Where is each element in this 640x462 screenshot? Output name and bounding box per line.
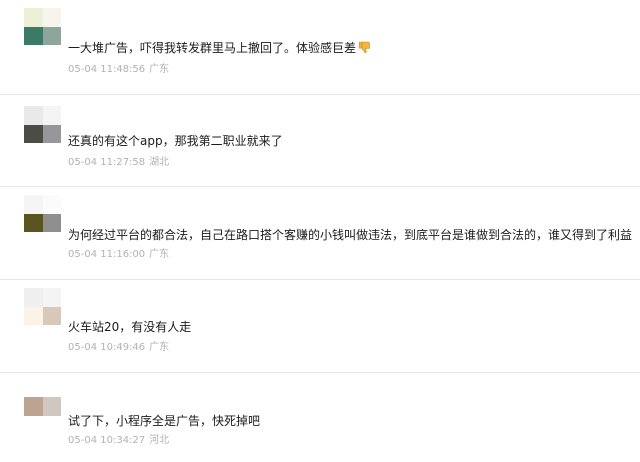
comment-location: 广东 bbox=[149, 64, 170, 75]
divider bbox=[0, 94, 640, 95]
avatar[interactable] bbox=[24, 195, 61, 232]
avatar-pixel bbox=[42, 195, 61, 214]
avatar-pixel bbox=[24, 26, 43, 45]
comment-time: 05-04 11:16:00 bbox=[68, 249, 146, 260]
avatar[interactable] bbox=[24, 288, 61, 325]
avatar-pixel bbox=[42, 288, 61, 307]
comment-text: 还真的有这个app，那我第二职业就来了 bbox=[68, 134, 283, 148]
comment-time: 05-04 11:48:56 bbox=[68, 64, 146, 75]
comment-text: 试了下，小程序全是广告，快死掉吧 bbox=[68, 414, 261, 428]
comment-meta: 05-04 10:49:46 广东 bbox=[68, 342, 169, 354]
avatar[interactable] bbox=[24, 106, 61, 143]
comment-meta: 05-04 11:27:58 湖北 bbox=[68, 157, 169, 169]
thumbs-down-icon bbox=[358, 40, 372, 58]
avatar-pixel bbox=[42, 306, 61, 325]
divider bbox=[0, 186, 640, 187]
comment-location: 河北 bbox=[149, 435, 170, 446]
comment-location: 广东 bbox=[149, 342, 170, 353]
comment-time: 05-04 10:34:27 bbox=[68, 435, 146, 446]
divider bbox=[0, 279, 640, 280]
avatar-pixel bbox=[42, 397, 61, 416]
comment-meta: 05-04 11:48:56 广东 bbox=[68, 64, 169, 76]
comment-text: 为何经过平台的都合法，自己在路口搭个客赚的小钱叫做违法，到底平台是谁做到合法的，… bbox=[68, 228, 633, 242]
avatar-pixel bbox=[24, 195, 43, 214]
avatar-pixel bbox=[42, 26, 61, 45]
comment-text: 一大堆广告，吓得我转发群里马上撤回了。体验感巨差 bbox=[68, 40, 372, 58]
avatar-pixel bbox=[42, 124, 61, 143]
avatar[interactable] bbox=[24, 397, 61, 434]
avatar-pixel bbox=[24, 397, 43, 416]
avatar[interactable] bbox=[24, 8, 61, 45]
comment-meta: 05-04 10:34:27 河北 bbox=[68, 435, 169, 447]
comment-text: 火车站20，有没有人走 bbox=[68, 320, 192, 334]
divider bbox=[0, 372, 640, 373]
avatar-pixel bbox=[42, 8, 61, 27]
avatar-pixel bbox=[24, 213, 43, 232]
avatar-pixel bbox=[42, 106, 61, 125]
avatar-pixel bbox=[24, 124, 43, 143]
avatar-pixel bbox=[24, 288, 43, 307]
comment-time: 05-04 10:49:46 bbox=[68, 342, 146, 353]
comment-meta: 05-04 11:16:00 广东 bbox=[68, 249, 169, 261]
avatar-pixel bbox=[24, 415, 43, 434]
comment-location: 湖北 bbox=[149, 157, 170, 168]
avatar-pixel bbox=[24, 106, 43, 125]
avatar-pixel bbox=[42, 213, 61, 232]
comment-time: 05-04 11:27:58 bbox=[68, 157, 146, 168]
avatar-pixel bbox=[24, 8, 43, 27]
avatar-pixel bbox=[42, 415, 61, 434]
comment-list: 一大堆广告，吓得我转发群里马上撤回了。体验感巨差 05-04 11:48:56 广… bbox=[0, 0, 640, 462]
comment-location: 广东 bbox=[149, 249, 170, 260]
avatar-pixel bbox=[24, 306, 43, 325]
